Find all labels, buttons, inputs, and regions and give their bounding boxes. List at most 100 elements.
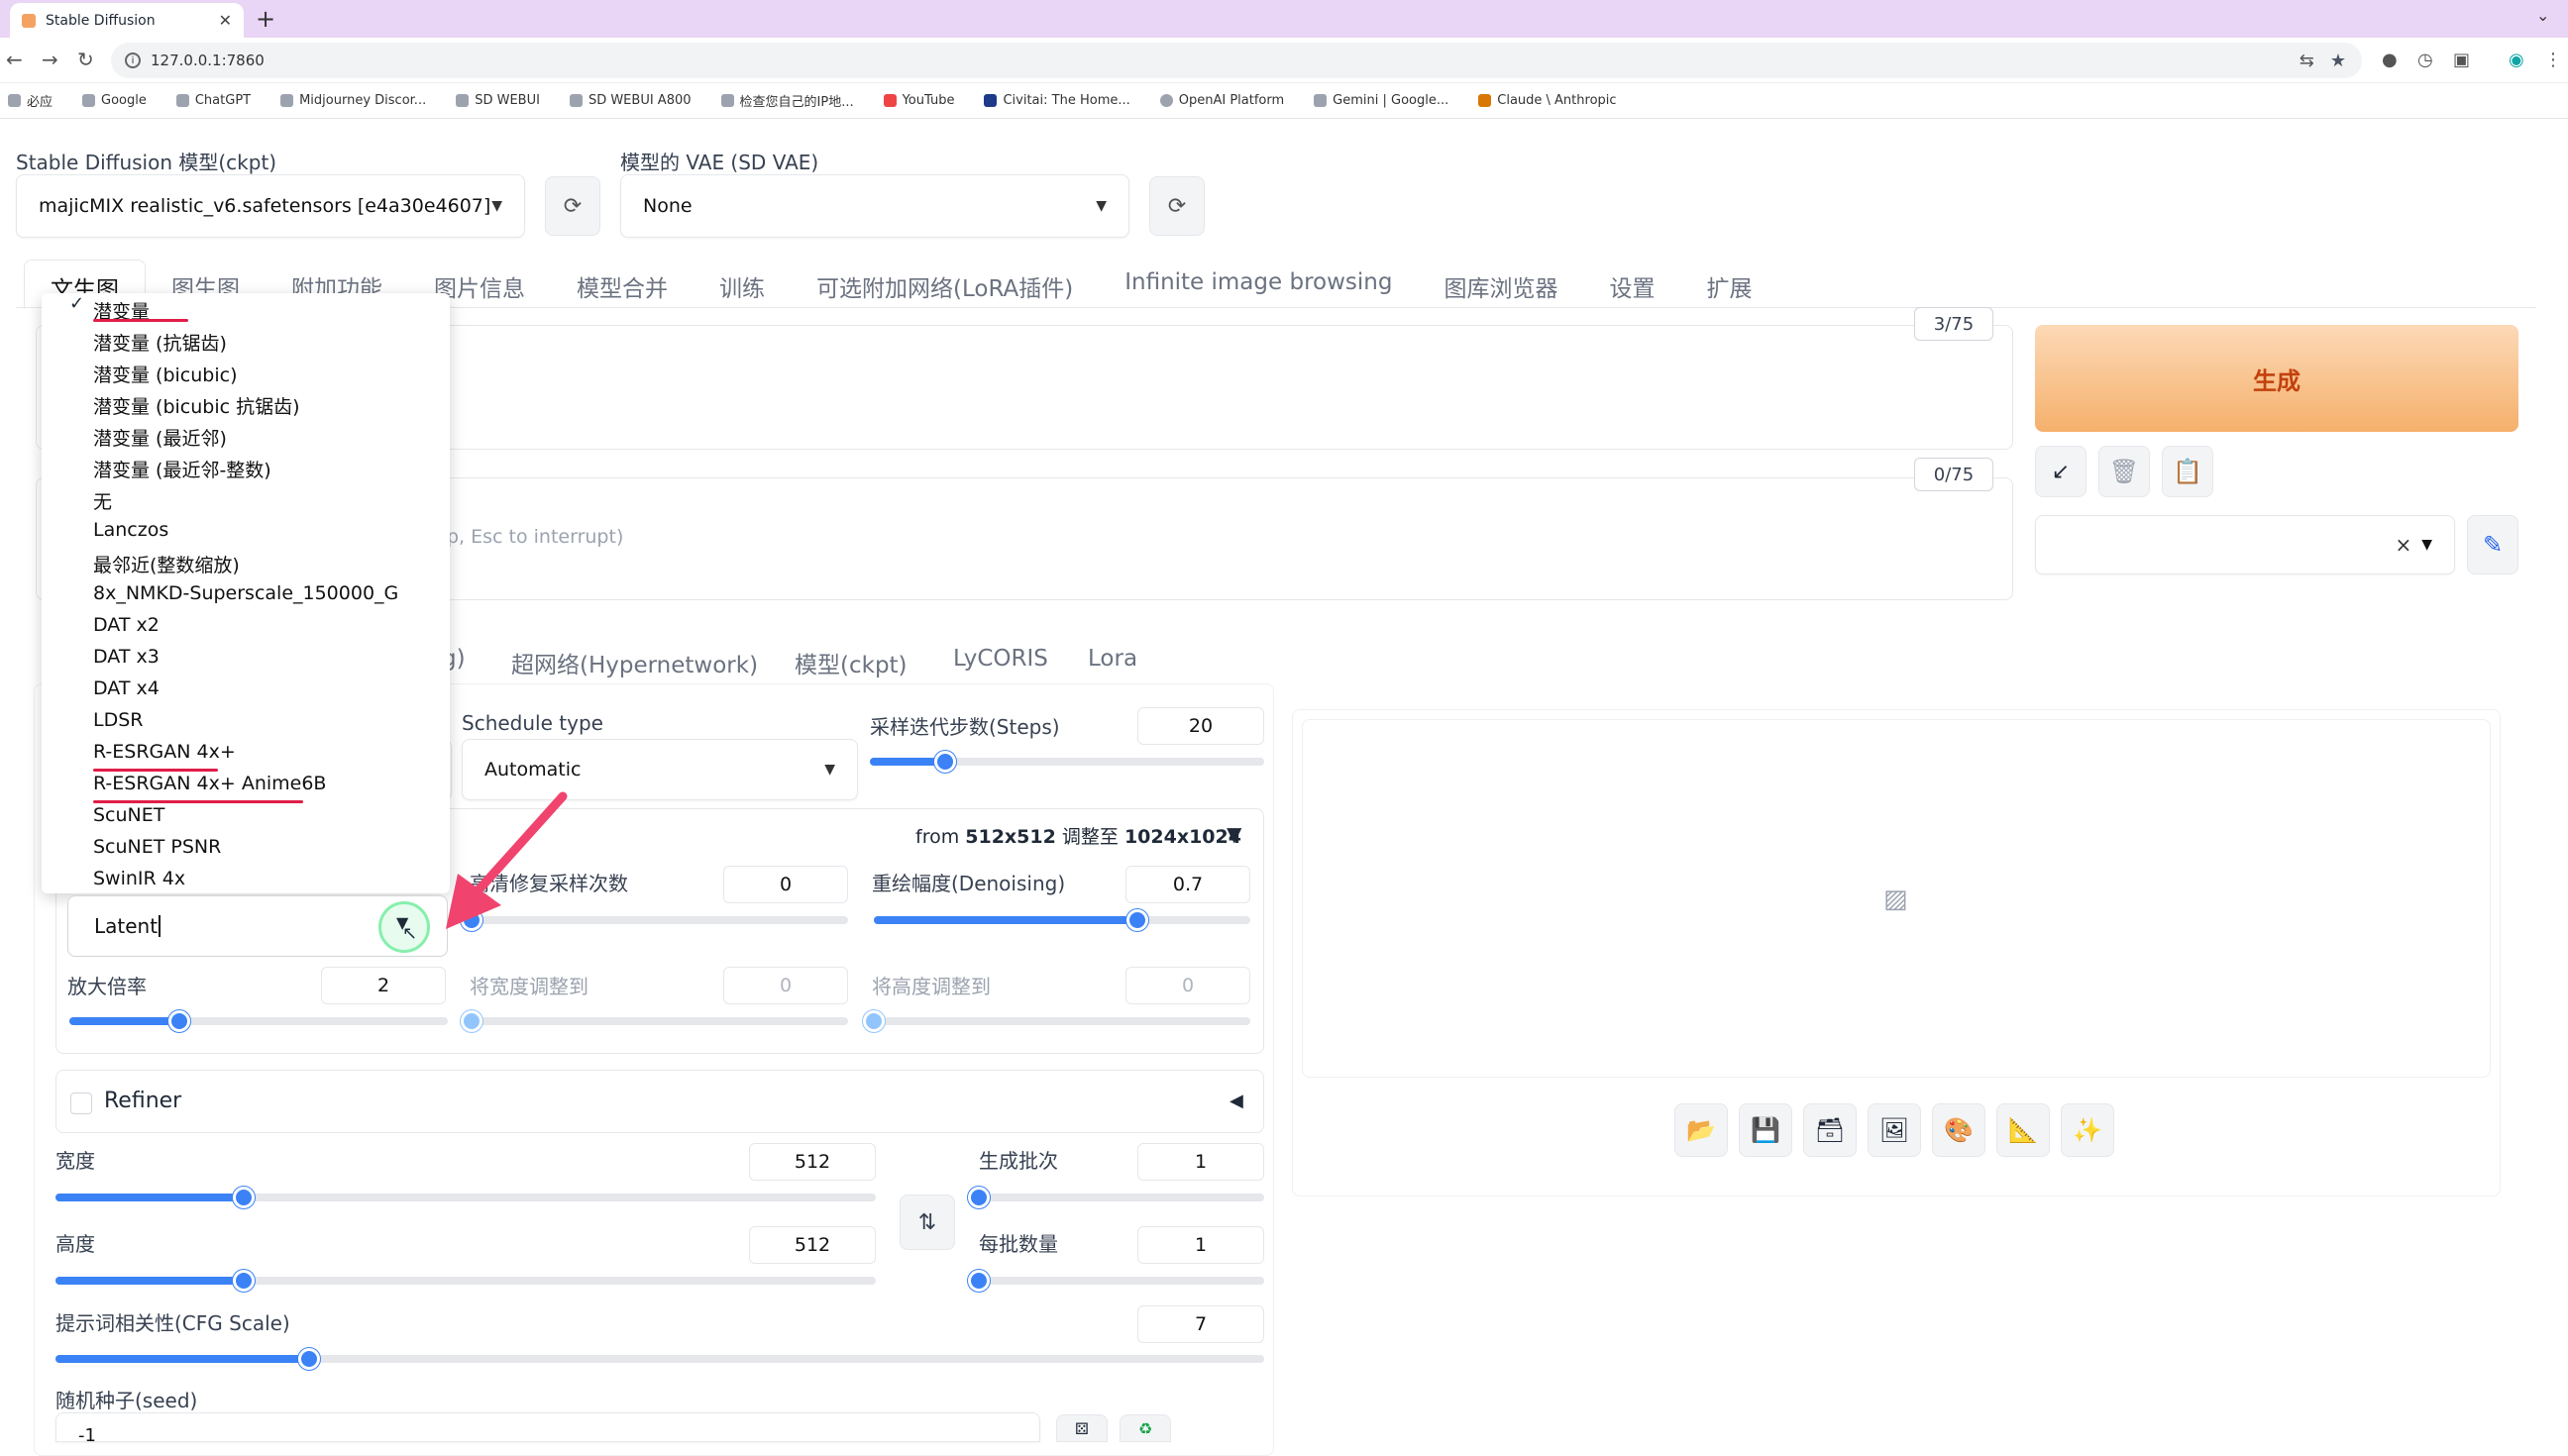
site-info-icon[interactable]: i — [125, 52, 141, 68]
send-to-extras-button[interactable]: 📐 — [1996, 1103, 2050, 1157]
tab-additional-networks[interactable]: 可选附加网络(LoRA插件) — [791, 260, 1099, 309]
extensions-puzzle-icon[interactable]: ▣ — [2453, 50, 2470, 70]
read-params-button[interactable]: ↙ — [2035, 446, 2086, 497]
subtab-checkpoints[interactable]: 模型(ckpt) — [795, 646, 908, 679]
send-to-inpaint-button[interactable]: 🎨 — [1932, 1103, 1985, 1157]
cfg-scale-input[interactable]: 7 — [1137, 1305, 1264, 1343]
tab-settings[interactable]: 设置 — [1583, 260, 1680, 309]
denoise-input[interactable]: 0.7 — [1125, 866, 1250, 903]
tab-checkpoint-merger[interactable]: 模型合并 — [551, 260, 694, 309]
slider-handle[interactable] — [1126, 909, 1148, 931]
subtab-hypernetwork[interactable]: 超网络(Hypernetwork) — [511, 646, 758, 679]
upscale-button[interactable]: ✨ — [2061, 1103, 2114, 1157]
tab-image-browser[interactable]: 图库浏览器 — [1418, 260, 1583, 309]
batch-count-slider[interactable] — [968, 1187, 1264, 1208]
profile-avatar-icon[interactable]: ◉ — [2509, 50, 2524, 70]
upscale-by-slider[interactable] — [69, 1010, 448, 1032]
height-input[interactable]: 512 — [749, 1226, 876, 1264]
bookmark-star-icon[interactable]: ★ — [2330, 51, 2346, 71]
refiner-panel[interactable]: Refiner ◀ — [55, 1070, 1264, 1133]
bookmark-item[interactable]: Midjourney Discor... — [280, 93, 426, 108]
browser-tab[interactable]: Stable Diffusion ✕ — [10, 3, 244, 38]
upscaler-option[interactable]: R-ESRGAN 4x+ Anime6B — [93, 773, 326, 794]
upscaler-option[interactable]: 潜变量 (bicubic 抗锯齿) — [93, 392, 300, 419]
swap-dimensions-button[interactable]: ⇅ — [900, 1195, 955, 1250]
tab-extensions[interactable]: 扩展 — [1680, 260, 1777, 309]
edit-styles-button[interactable]: ✎ — [2467, 515, 2518, 574]
upscaler-option[interactable]: DAT x2 — [93, 614, 160, 636]
expand-triangle-icon[interactable]: ◀ — [1230, 1091, 1243, 1111]
send-to-img2img-button[interactable]: 🖼 — [1868, 1103, 1921, 1157]
upscaler-option[interactable]: 潜变量 (bicubic) — [93, 361, 237, 387]
upscaler-option[interactable]: ScuNET PSNR — [93, 836, 221, 858]
slider-handle[interactable] — [167, 1010, 190, 1032]
upscaler-option[interactable]: ScuNET — [93, 804, 164, 826]
upscaler-option[interactable]: 潜变量 (抗锯齿) — [93, 329, 227, 356]
model-select[interactable]: majicMIX realistic_v6.safetensors [e4a30… — [16, 174, 525, 238]
height-slider[interactable] — [55, 1270, 876, 1292]
slider-handle[interactable] — [863, 1010, 885, 1032]
slider-handle[interactable] — [933, 751, 956, 773]
seed-input[interactable]: -1 — [55, 1412, 1040, 1446]
bookmark-item[interactable]: ChatGPT — [175, 93, 251, 108]
denoise-slider[interactable] — [874, 909, 1250, 931]
resize-height-input[interactable]: 0 — [1125, 967, 1250, 1004]
random-seed-button[interactable]: ⚄ — [1056, 1414, 1108, 1442]
upscaler-option[interactable]: 最邻近(整数缩放) — [93, 551, 240, 577]
close-tab-icon[interactable]: ✕ — [219, 11, 232, 30]
refresh-model-button[interactable]: ⟳ — [545, 176, 600, 236]
history-icon[interactable]: ◷ — [2417, 50, 2433, 70]
width-slider[interactable] — [55, 1187, 876, 1208]
slider-handle[interactable] — [968, 1270, 990, 1292]
browser-menu-icon[interactable]: ⋮ — [2544, 50, 2562, 70]
back-icon[interactable]: ← — [6, 48, 23, 71]
bookmark-item[interactable]: Google — [82, 93, 147, 108]
slider-handle[interactable] — [461, 1010, 482, 1032]
bookmark-item[interactable]: SD WEBUI A800 — [569, 93, 692, 108]
reload-icon[interactable]: ↻ — [77, 48, 94, 71]
upscaler-option[interactable]: SwinIR 4x — [93, 868, 185, 889]
upscaler-option[interactable]: LDSR — [93, 709, 143, 731]
image-gallery[interactable]: ▨ — [1302, 719, 2491, 1078]
bookmark-item[interactable]: YouTube — [883, 93, 954, 108]
slider-handle[interactable] — [968, 1187, 990, 1208]
styles-button[interactable]: 📋 — [2162, 446, 2213, 497]
hires-steps-input[interactable]: 0 — [723, 866, 848, 903]
collapse-triangle-icon[interactable]: ▼ — [1227, 822, 1241, 846]
new-tab-icon[interactable]: + — [256, 5, 275, 33]
steps-slider[interactable] — [870, 751, 1264, 773]
subtab-lycoris[interactable]: LyCORIS — [953, 646, 1048, 672]
extension-icon[interactable]: ● — [2382, 50, 2398, 70]
vae-select[interactable]: None ▼ — [620, 174, 1129, 238]
tab-train[interactable]: 训练 — [694, 260, 791, 309]
zip-button[interactable]: 🗃 — [1803, 1103, 1857, 1157]
upscaler-option[interactable]: DAT x3 — [93, 646, 160, 668]
batch-size-input[interactable]: 1 — [1137, 1226, 1264, 1264]
forward-icon[interactable]: → — [42, 48, 58, 71]
bookmark-item[interactable]: OpenAI Platform — [1159, 93, 1284, 108]
refiner-checkbox[interactable] — [70, 1092, 92, 1114]
styles-select[interactable]: × ▼ — [2035, 515, 2455, 574]
open-folder-button[interactable]: 📂 — [1674, 1103, 1728, 1157]
resize-height-slider[interactable] — [863, 1010, 1250, 1032]
upscale-by-input[interactable]: 2 — [321, 967, 446, 1004]
generate-button[interactable]: 生成 — [2035, 325, 2518, 432]
clear-style-icon[interactable]: × — [2395, 533, 2411, 557]
width-input[interactable]: 512 — [749, 1143, 876, 1181]
batch-size-slider[interactable] — [968, 1270, 1264, 1292]
resize-width-input[interactable]: 0 — [723, 967, 848, 1004]
save-button[interactable]: 💾 — [1739, 1103, 1792, 1157]
upscaler-option[interactable]: 潜变量 (最近邻-整数) — [93, 456, 271, 482]
upscaler-option[interactable]: DAT x4 — [93, 677, 160, 699]
url-bar[interactable]: i 127.0.0.1:7860 ⇆ ★ — [111, 43, 2362, 78]
bookmark-item[interactable]: 检查您自己的IP地... — [720, 91, 854, 110]
translate-icon[interactable]: ⇆ — [2300, 51, 2314, 71]
bookmark-item[interactable]: SD WEBUI — [456, 93, 540, 108]
subtab-lora[interactable]: Lora — [1088, 646, 1137, 672]
refresh-vae-button[interactable]: ⟳ — [1149, 176, 1205, 236]
clear-prompt-button[interactable]: 🗑 — [2098, 446, 2150, 497]
tab-infinite-image-browsing[interactable]: Infinite image browsing — [1099, 260, 1418, 309]
bookmark-item[interactable]: Gemini | Google... — [1314, 93, 1448, 108]
bookmark-item[interactable]: Claude \ Anthropic — [1478, 93, 1617, 108]
upscaler-option[interactable]: 8x_NMKD-Superscale_150000_G — [93, 582, 398, 604]
